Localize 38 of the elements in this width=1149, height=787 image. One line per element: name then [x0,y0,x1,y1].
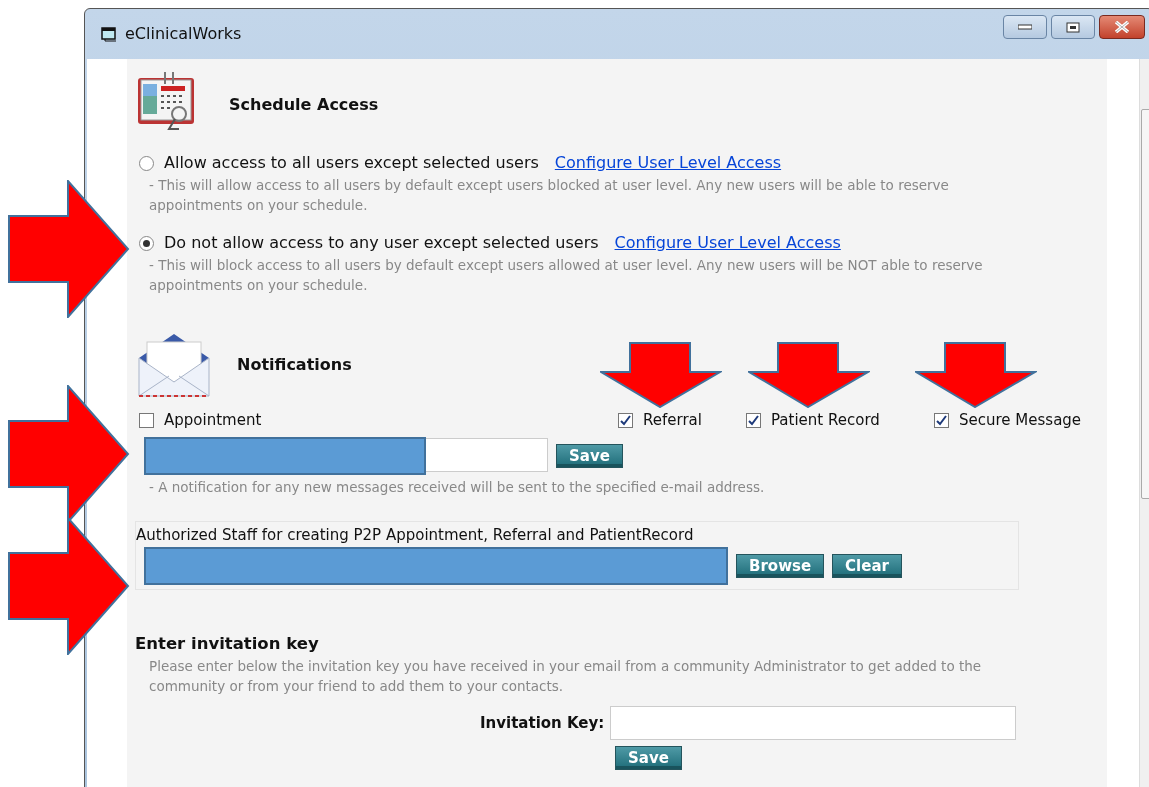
checkbox[interactable] [618,412,633,428]
save-button[interactable]: Save [615,746,682,771]
close-icon [1114,21,1130,33]
section-title: Notifications [237,354,352,376]
configure-link[interactable]: Configure User Level Access [554,151,782,175]
option-label: Allow access to all users except selected users [164,152,539,174]
invitation-key-field[interactable] [610,706,1017,741]
maximize-icon [1066,21,1080,33]
section-title: Schedule Access [229,94,379,116]
checkbox[interactable] [746,412,761,428]
window-icon [101,26,117,42]
staff-label: Authorized Staff for creating P2P Appointment, Referral and PatientRecord [136,525,695,546]
radio-button[interactable] [139,235,154,251]
checkbox-label: Patient Record [771,409,880,431]
save-button[interactable]: Save [556,444,623,468]
checkbox[interactable] [139,412,154,428]
email-field[interactable] [426,438,548,472]
option-label: Do not allow access to any user except selected users [164,232,599,254]
invitation-description: Please enter below the invitation key you have received in your email from a community Administrator to get added to the community or from your friend to add them to your contacts. [148,657,983,697]
maximize-button[interactable] [1051,15,1095,39]
minimize-icon [1018,24,1032,30]
browse-button[interactable]: Browse [736,553,825,578]
window-title: eClinicalWorks [125,23,242,45]
checkbox-label: Appointment [164,409,262,431]
field-label: Invitation Key: [480,713,605,734]
option-description: - This will allow access to all users by default except users blocked at user level. Any new users will be able to reserve appointments on your schedule. [148,176,950,215]
close-button[interactable] [1099,15,1145,39]
option-description: - This will block access to all users by default except users allowed at user level. Any new users will be NOT able to reserve appointments on your schedule. [148,256,984,295]
checkbox-label: Referral [643,409,702,431]
notification-note: - A notification for any new messages received will be sent to the specified e-mail address. [148,478,766,497]
checkbox-label: Secure Message [959,409,1082,431]
envelope-icon [135,332,213,398]
section-title: Enter invitation key [135,632,320,655]
minimize-button[interactable] [1003,15,1047,39]
checkbox[interactable] [934,412,949,428]
configure-link[interactable]: Configure User Level Access [614,231,841,255]
clear-button[interactable]: Clear [832,553,902,578]
radio-button[interactable] [139,155,154,171]
